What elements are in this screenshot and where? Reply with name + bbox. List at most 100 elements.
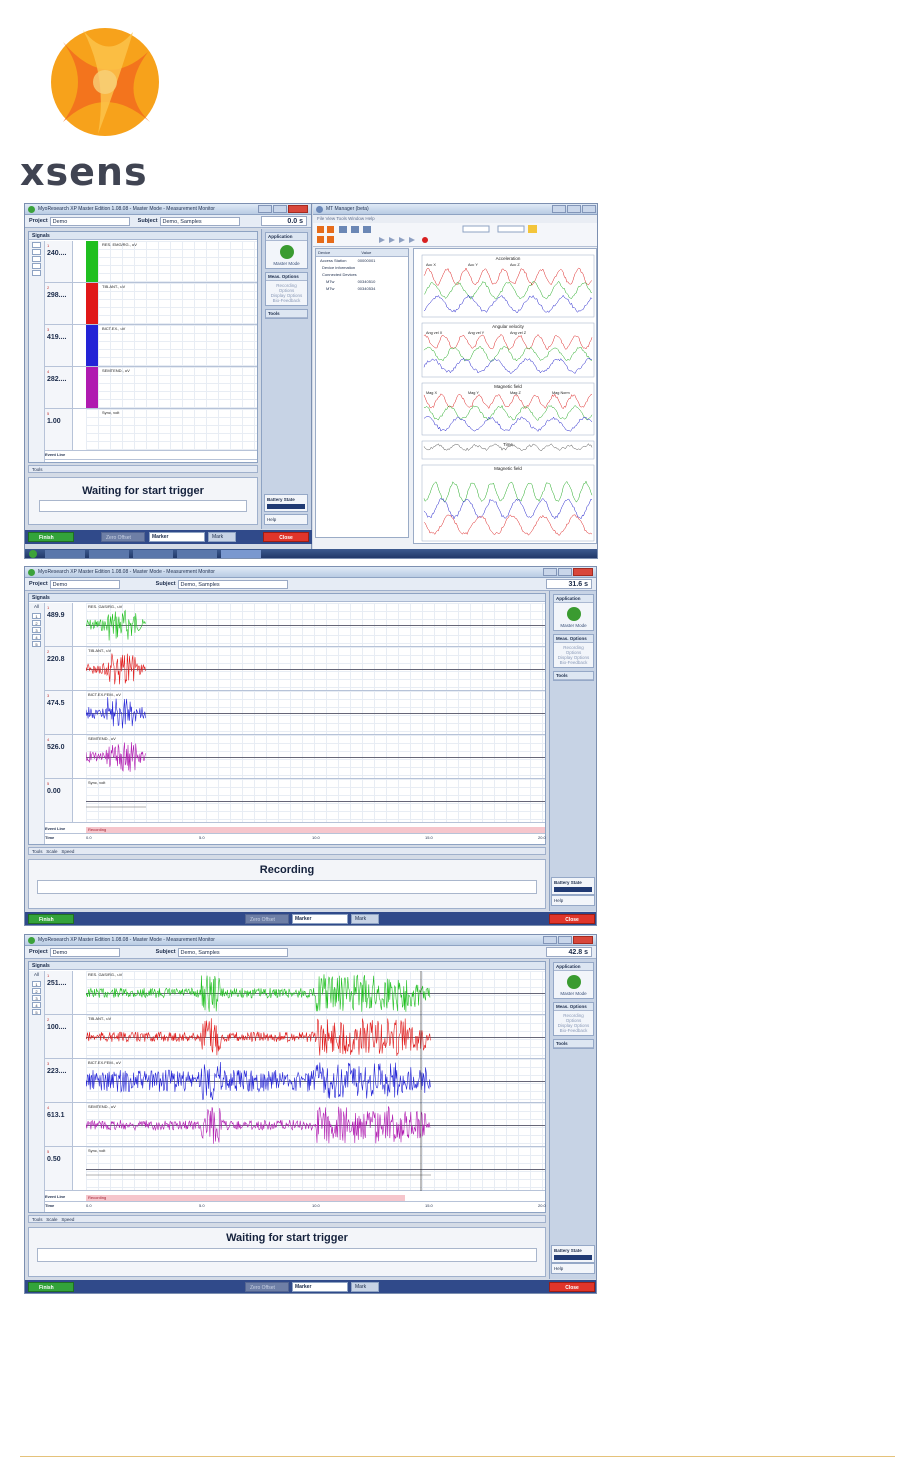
recording-options[interactable]: Recording Options xyxy=(268,283,305,293)
bio-feedback[interactable]: Bio-Feedback xyxy=(556,1028,591,1033)
help-box[interactable]: Help xyxy=(551,895,595,906)
maximize-button[interactable] xyxy=(558,568,572,576)
channel-index: 1 xyxy=(47,605,50,610)
help-box[interactable]: Help xyxy=(264,514,308,525)
tab-4[interactable]: 4 xyxy=(32,1002,41,1008)
help-label[interactable]: Help xyxy=(554,1266,563,1271)
subject-field[interactable]: Demo, Samples xyxy=(177,947,288,957)
app-icon xyxy=(28,205,35,213)
maximize-button[interactable] xyxy=(273,205,287,213)
zero-offset-button[interactable]: Zero Offset xyxy=(245,914,289,924)
tree-item-mtw-1[interactable]: MTw 00340510 xyxy=(316,278,408,285)
tab-3[interactable]: 3 xyxy=(32,995,41,1001)
tab-5[interactable] xyxy=(32,270,41,276)
channel-index: 3 xyxy=(47,1061,50,1066)
close-button[interactable]: Close xyxy=(549,914,595,924)
close-window-button[interactable] xyxy=(288,205,308,213)
channel-value: 0.50 xyxy=(47,1156,61,1163)
tools-label[interactable]: Tools xyxy=(32,467,43,472)
tab-1[interactable]: 1 xyxy=(32,981,41,987)
minimize-button[interactable] xyxy=(543,936,557,944)
project-field[interactable]: Demo xyxy=(49,216,130,226)
maximize-button[interactable] xyxy=(558,936,572,944)
master-mode-icon[interactable] xyxy=(566,975,581,989)
close-button[interactable]: Close xyxy=(549,1282,595,1292)
tab-5[interactable]: 5 xyxy=(32,641,41,647)
meas-options-header[interactable]: Meas. Options xyxy=(554,635,593,643)
close-window-button[interactable] xyxy=(573,568,593,576)
recording-options[interactable]: Recording Options xyxy=(556,645,591,655)
tab-2[interactable] xyxy=(32,249,41,255)
mt-menu-bar[interactable]: File View Tools Window Help xyxy=(313,215,597,223)
zero-offset-button[interactable]: Zero Offset xyxy=(101,532,145,542)
bio-feedback[interactable]: Bio-Feedback xyxy=(268,298,305,303)
marker-select[interactable]: Marker xyxy=(149,532,205,542)
project-field[interactable]: Demo xyxy=(49,579,120,589)
minimize-button[interactable] xyxy=(543,568,557,576)
tab-5[interactable]: 5 xyxy=(32,1009,41,1015)
tab-2[interactable]: 2 xyxy=(32,620,41,626)
channel-value: 419.... xyxy=(47,334,67,341)
tools-header[interactable]: Tools xyxy=(554,1040,593,1048)
channel-scale xyxy=(74,1059,86,1102)
project-field[interactable]: Demo xyxy=(49,947,120,957)
meas-options-header[interactable]: Meas. Options xyxy=(554,1003,593,1011)
tree-item-mtw-2[interactable]: MTw 00340534 xyxy=(316,285,408,292)
mark-button[interactable]: Mark xyxy=(351,1282,379,1292)
zero-offset-button[interactable]: Zero Offset xyxy=(245,1282,289,1292)
tab-1[interactable] xyxy=(32,242,41,248)
tools-header[interactable]: Tools xyxy=(266,310,307,318)
mt-maximize-button[interactable] xyxy=(567,205,581,213)
mt-close-button[interactable] xyxy=(582,205,596,213)
help-box[interactable]: Help xyxy=(551,1263,595,1274)
bio-feedback[interactable]: Bio-Feedback xyxy=(556,660,591,665)
help-label[interactable]: Help xyxy=(267,517,276,522)
tools-header[interactable]: Tools xyxy=(554,672,593,680)
speed-control[interactable]: Speed xyxy=(61,849,74,854)
tab-1[interactable]: 1 xyxy=(32,613,41,619)
tab-4[interactable] xyxy=(32,263,41,269)
tools-label[interactable]: Tools xyxy=(32,849,43,854)
subject-label: Subject xyxy=(155,949,176,955)
elapsed-time: 0.0 s xyxy=(261,216,307,226)
tree-item-device-info[interactable]: Device information xyxy=(316,264,408,271)
tools-label[interactable]: Tools xyxy=(32,1217,43,1222)
mark-button[interactable]: Mark xyxy=(208,532,236,542)
tree-item-access-station[interactable]: Access Station 00000001 xyxy=(316,257,408,264)
tab-3[interactable] xyxy=(32,256,41,262)
mt-minimize-button[interactable] xyxy=(552,205,566,213)
master-mode-icon[interactable] xyxy=(566,607,581,621)
finish-button[interactable]: Finish xyxy=(28,1282,74,1292)
tab-2[interactable]: 2 xyxy=(32,988,41,994)
subject-field[interactable]: Demo, Samples xyxy=(177,579,288,589)
tools-section: Tools xyxy=(553,671,594,681)
subject-field[interactable]: Demo, Samples xyxy=(159,216,240,226)
tab-all[interactable]: All xyxy=(32,604,41,612)
tab-3[interactable]: 3 xyxy=(32,627,41,633)
close-button[interactable]: Close xyxy=(263,532,309,542)
close-window-button[interactable] xyxy=(573,936,593,944)
channel-plot: RES. GAS/RG., uV xyxy=(86,971,545,1015)
scale-control[interactable]: Scale xyxy=(46,1217,57,1222)
tools-bar: Tools Scale Speed xyxy=(28,1215,546,1223)
channel-value-cell: 2 298.... xyxy=(45,283,73,324)
finish-button[interactable]: Finish xyxy=(28,914,74,924)
recording-options[interactable]: Recording Options xyxy=(556,1013,591,1023)
finish-button[interactable]: Finish xyxy=(28,532,74,542)
signals-header: Signals xyxy=(29,962,545,970)
application-section: Application Master Mode xyxy=(553,962,594,999)
minimize-button[interactable] xyxy=(258,205,272,213)
meas-options-section: Meas. Options Recording Options Display Op… xyxy=(553,1002,594,1036)
marker-select[interactable]: Marker xyxy=(292,914,348,924)
tree-item-connected[interactable]: Connected Devices xyxy=(316,271,408,278)
marker-select[interactable]: Marker xyxy=(292,1282,348,1292)
tab-4[interactable]: 4 xyxy=(32,634,41,640)
master-mode-icon[interactable] xyxy=(279,245,294,259)
tab-all[interactable]: All xyxy=(32,972,41,980)
scale-control[interactable]: Scale xyxy=(46,849,57,854)
meas-options-header[interactable]: Meas. Options xyxy=(266,273,307,281)
speed-control[interactable]: Speed xyxy=(61,1217,74,1222)
help-label[interactable]: Help xyxy=(554,898,563,903)
channel-value: 240.... xyxy=(47,250,67,257)
mark-button[interactable]: Mark xyxy=(351,914,379,924)
